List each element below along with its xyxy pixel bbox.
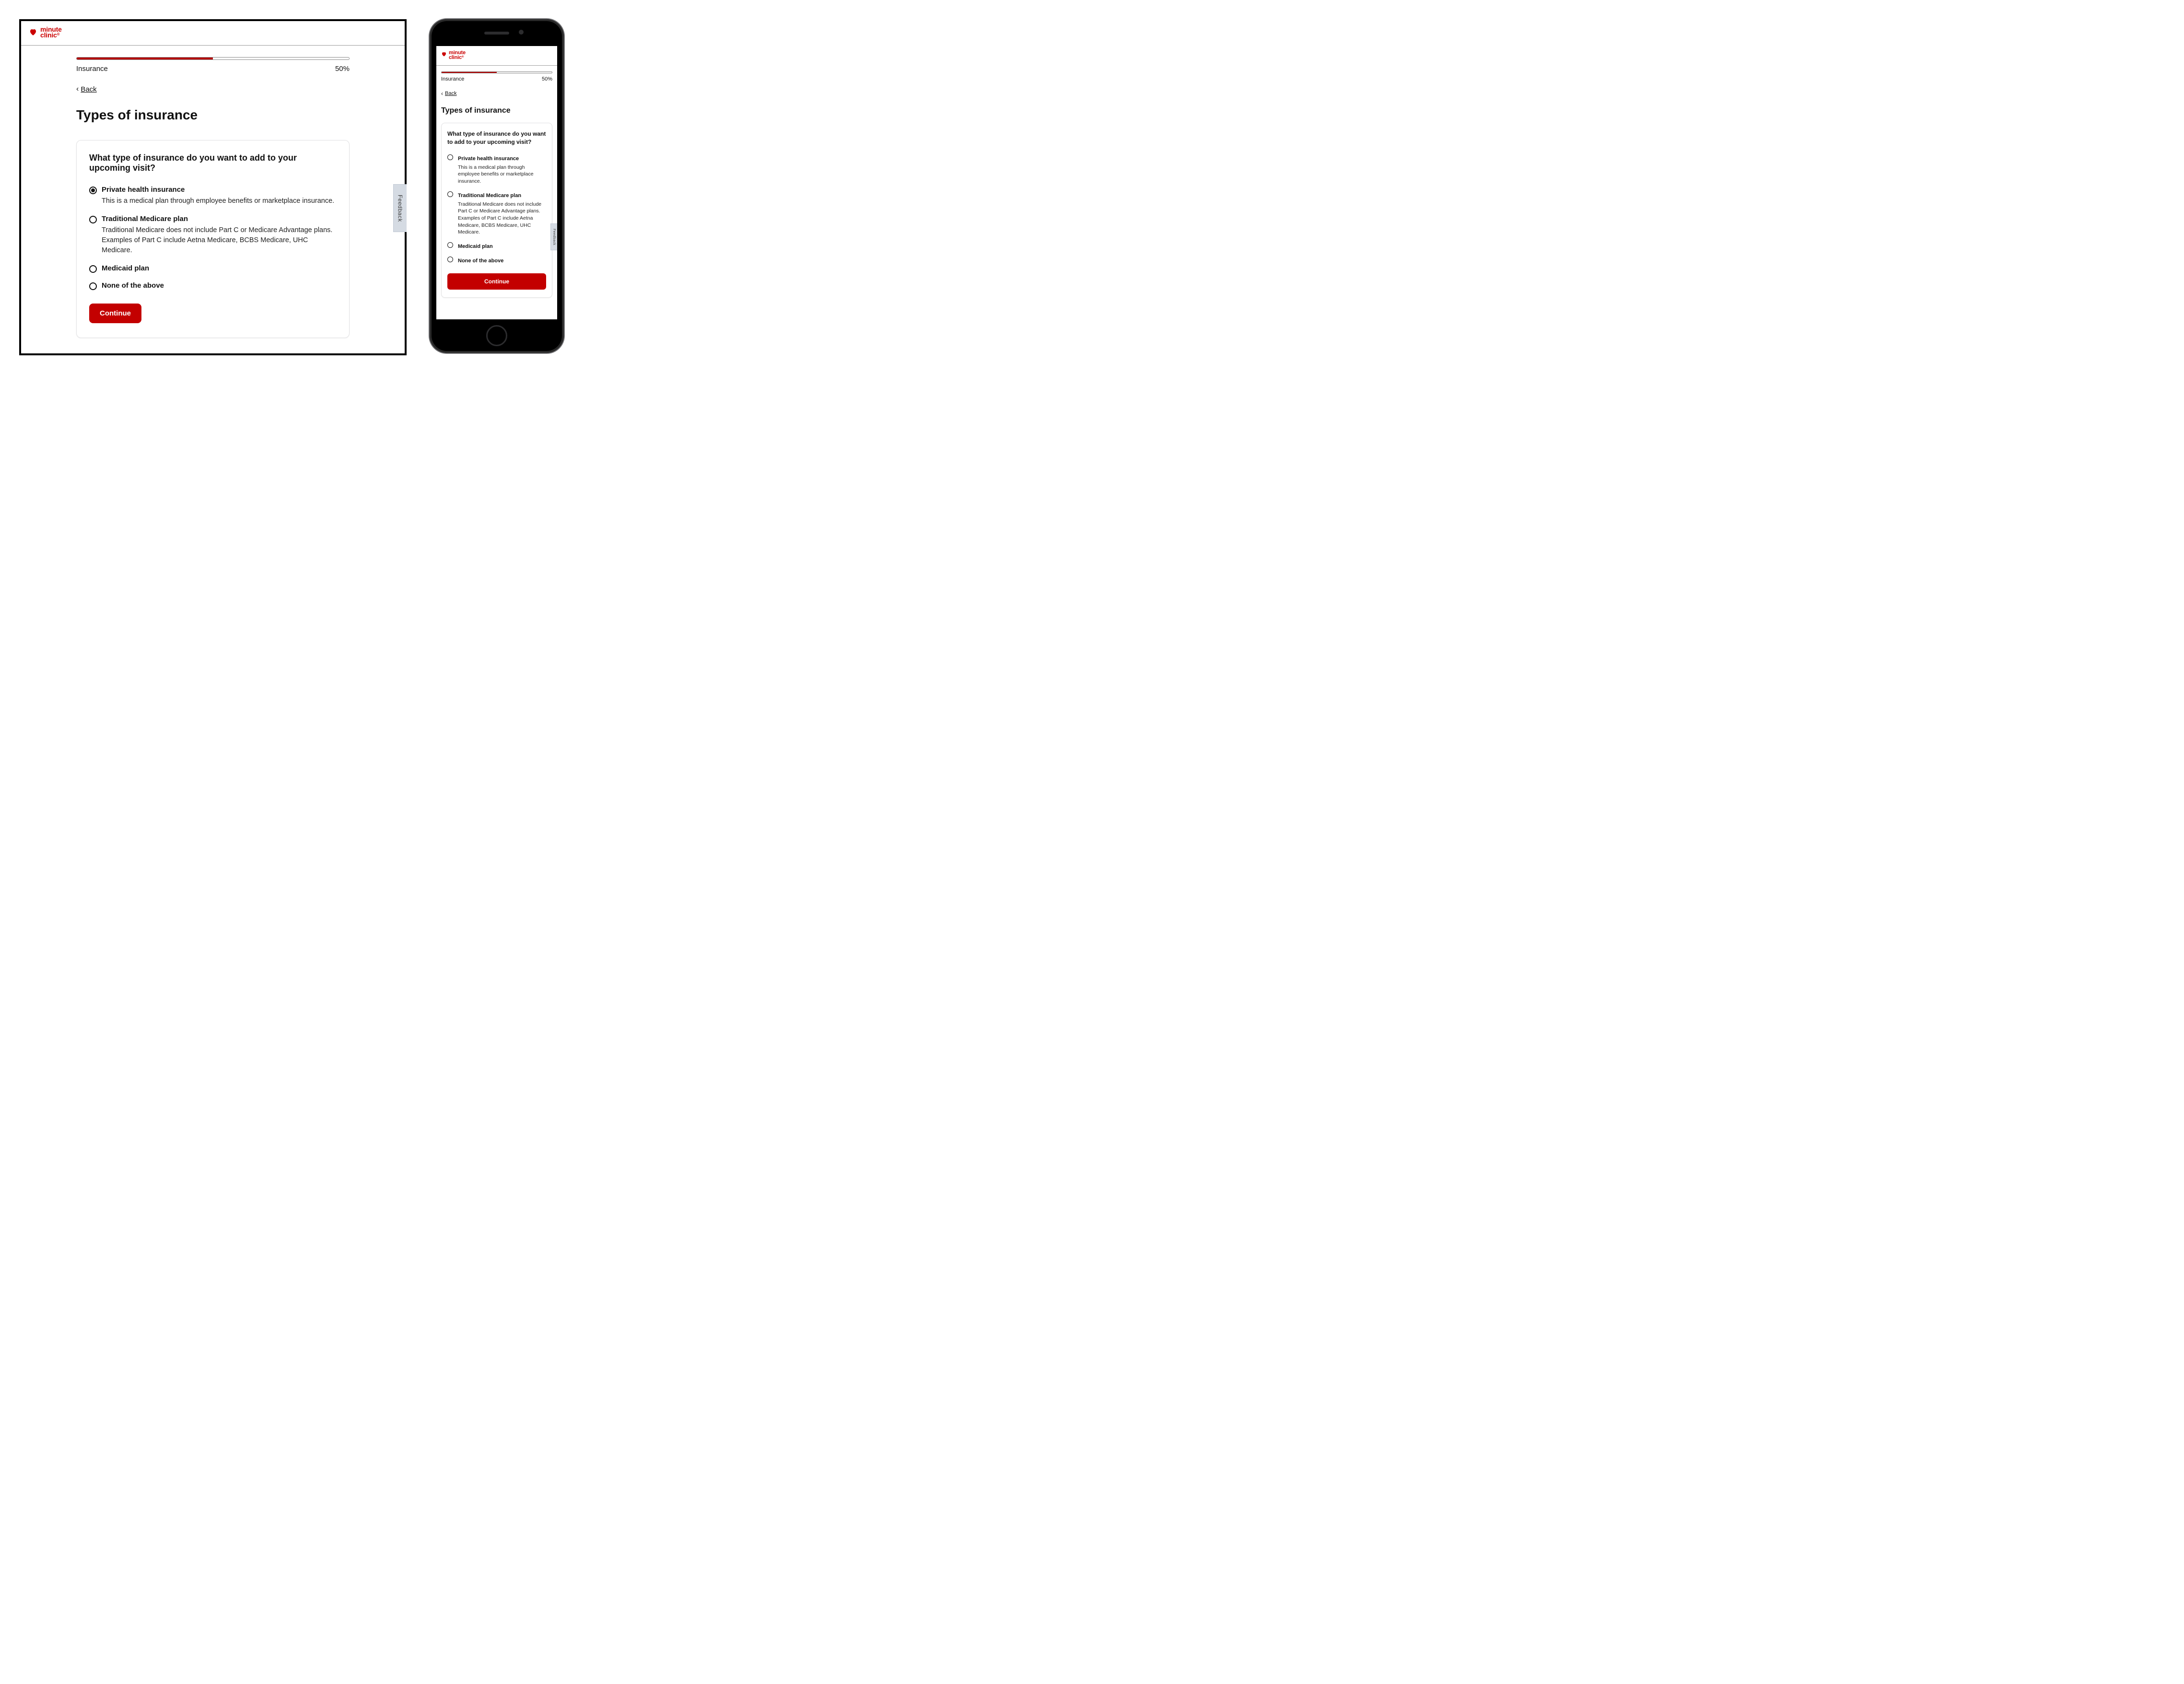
insurance-type-card: What type of insurance do you want to ad… <box>441 123 552 298</box>
radio-icon <box>447 242 453 248</box>
heart-icon <box>29 28 37 36</box>
chevron-left-icon: ‹ <box>76 85 79 93</box>
radio-label: None of the above <box>102 281 164 290</box>
progress-step-label: Insurance <box>441 76 464 82</box>
app-header: minute clinic <box>21 21 405 46</box>
radio-label: Private health insurance <box>458 156 519 162</box>
radio-icon <box>447 154 453 160</box>
radio-group: Private health insurance This is a medic… <box>89 186 337 290</box>
progress-bar <box>76 57 350 60</box>
radio-option-none[interactable]: None of the above <box>89 281 337 290</box>
radio-desc: Traditional Medicare does not include Pa… <box>458 201 546 236</box>
radio-option-medicaid[interactable]: Medicaid plan <box>447 242 546 250</box>
continue-button[interactable]: Continue <box>89 304 141 323</box>
feedback-tab[interactable]: Feedback <box>393 184 407 232</box>
radio-icon <box>89 265 97 273</box>
page-title: Types of insurance <box>76 107 350 123</box>
back-link[interactable]: ‹ Back <box>76 85 97 94</box>
progress-percent: 50% <box>335 65 350 73</box>
radio-icon <box>447 257 453 262</box>
heart-icon <box>441 51 447 59</box>
radio-label: Medicaid plan <box>458 244 493 249</box>
radio-label: None of the above <box>458 258 503 264</box>
radio-option-none[interactable]: None of the above <box>447 256 546 265</box>
brand-text: minute clinic <box>449 50 466 60</box>
brand-logo: minute clinic <box>29 26 62 38</box>
progress-step-label: Insurance <box>76 65 108 73</box>
brand-text: minute clinic <box>40 26 62 38</box>
continue-button[interactable]: Continue <box>447 273 546 290</box>
radio-icon <box>89 282 97 290</box>
phone-camera-icon <box>519 30 524 35</box>
radio-label: Private health insurance <box>102 186 185 194</box>
insurance-type-card: What type of insurance do you want to ad… <box>76 140 350 338</box>
phone-speaker-icon <box>484 32 509 35</box>
page-title: Types of insurance <box>441 106 552 115</box>
radio-desc: This is a medical plan through employee … <box>102 196 337 206</box>
progress-meta: Insurance 50% <box>76 65 350 73</box>
form-question: What type of insurance do you want to ad… <box>447 130 546 146</box>
radio-option-medicare[interactable]: Traditional Medicare plan Traditional Me… <box>89 215 337 256</box>
radio-desc: Traditional Medicare does not include Pa… <box>102 225 337 256</box>
radio-label: Medicaid plan <box>102 264 149 272</box>
app-header: minute clinic <box>436 46 557 66</box>
form-question: What type of insurance do you want to ad… <box>89 153 337 173</box>
brand-logo: minute clinic <box>441 50 552 60</box>
radio-label: Traditional Medicare plan <box>458 193 521 199</box>
radio-icon <box>89 216 97 223</box>
radio-option-medicare[interactable]: Traditional Medicare plan Traditional Me… <box>447 191 546 236</box>
desktop-browser-frame: minute clinic Insurance 50% ‹ Back Types <box>19 19 407 355</box>
phone-home-button-icon <box>486 325 507 346</box>
radio-option-private[interactable]: Private health insurance This is a medic… <box>89 186 337 206</box>
phone-screen: minute clinic Insurance 50% ‹ Back Ty <box>436 46 557 319</box>
radio-option-private[interactable]: Private health insurance This is a medic… <box>447 154 546 185</box>
progress-bar <box>441 71 552 73</box>
radio-icon <box>89 187 97 194</box>
radio-option-medicaid[interactable]: Medicaid plan <box>89 264 337 273</box>
radio-desc: This is a medical plan through employee … <box>458 164 546 185</box>
radio-icon <box>447 191 453 197</box>
phone-frame: minute clinic Insurance 50% ‹ Back Ty <box>430 19 564 353</box>
progress-percent: 50% <box>542 76 552 82</box>
back-link[interactable]: ‹ Back <box>441 91 456 96</box>
radio-label: Traditional Medicare plan <box>102 215 188 223</box>
radio-group: Private health insurance This is a medic… <box>447 154 546 265</box>
feedback-tab[interactable]: Feedback <box>550 223 557 250</box>
progress-meta: Insurance 50% <box>441 76 552 82</box>
chevron-left-icon: ‹ <box>441 91 443 96</box>
